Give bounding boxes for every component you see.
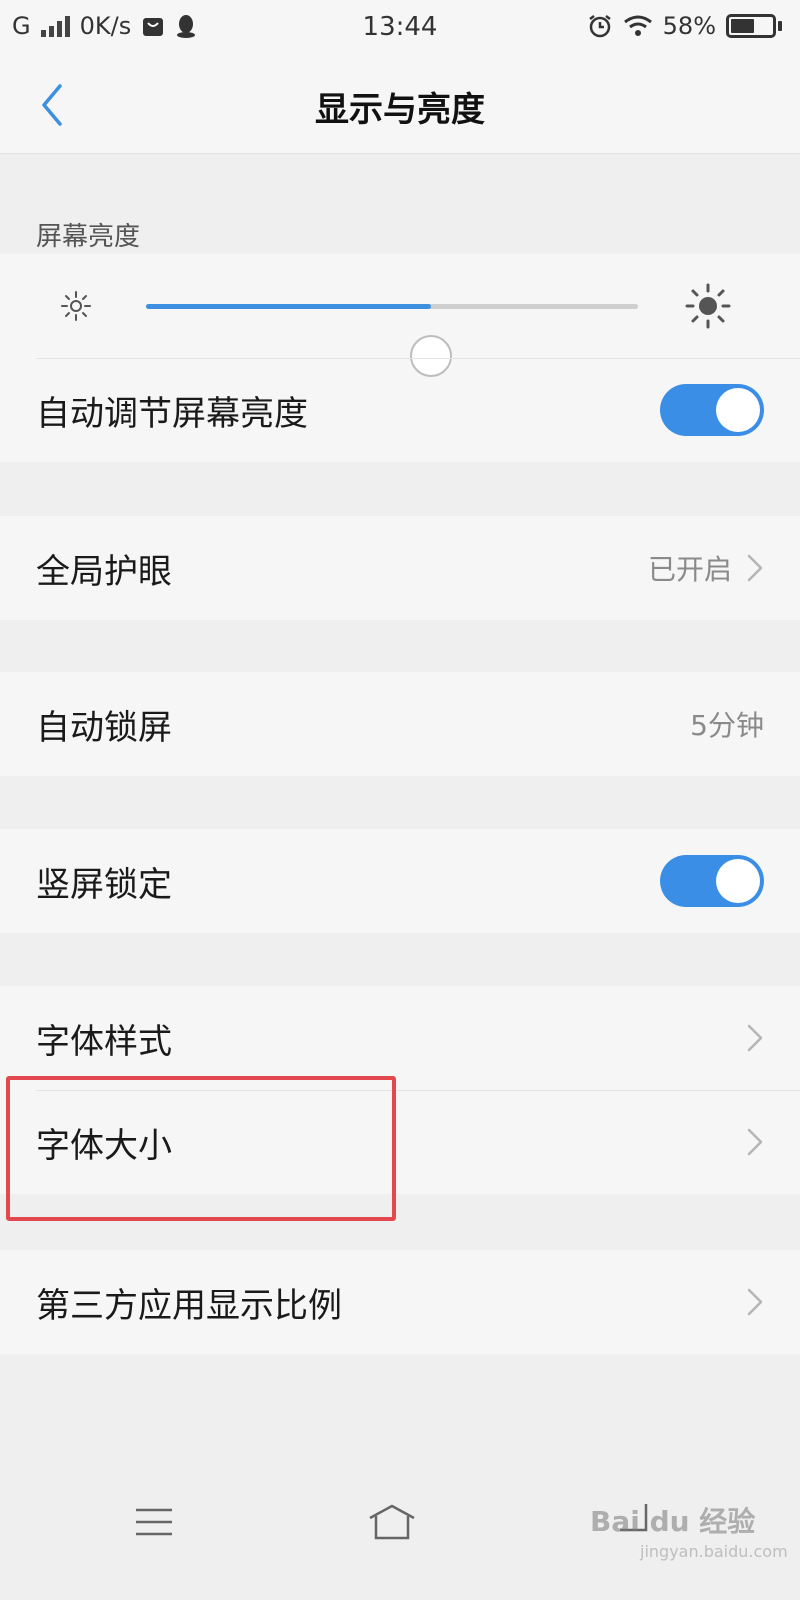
app-ratio-row[interactable]: 第三方应用显示比例 (0, 1250, 800, 1354)
portrait-lock-row[interactable]: 竖屏锁定 (0, 829, 800, 933)
eye-protection-group: 全局护眼 已开启 (0, 516, 800, 620)
brightness-low-icon (61, 291, 91, 321)
brightness-group: 自动调节屏幕亮度 (0, 254, 800, 462)
auto-brightness-row[interactable]: 自动调节屏幕亮度 (0, 358, 800, 462)
watermark-url: jingyan.baidu.com (640, 1542, 788, 1561)
font-style-row[interactable]: 字体样式 (0, 986, 800, 1090)
eye-protection-label: 全局护眼 (36, 551, 172, 592)
portrait-lock-toggle[interactable] (660, 855, 764, 907)
app-ratio-group: 第三方应用显示比例 (0, 1250, 800, 1354)
chevron-right-icon (747, 554, 763, 582)
brightness-high-icon (685, 283, 731, 329)
portrait-lock-label: 竖屏锁定 (36, 864, 172, 905)
auto-brightness-toggle[interactable] (660, 384, 764, 436)
chevron-right-icon (747, 1288, 763, 1316)
font-style-label: 字体样式 (36, 1021, 172, 1062)
app-ratio-label: 第三方应用显示比例 (36, 1285, 342, 1326)
divider (36, 358, 800, 359)
eye-protection-value: 已开启 (647, 553, 732, 586)
bottom-nav: Bai du 经验 jingyan.baidu.com (0, 1470, 800, 1600)
nav-bar: 显示与亮度 (0, 56, 800, 154)
alarm-icon (588, 15, 611, 38)
section-label-brightness: 屏幕亮度 (36, 222, 141, 252)
home-icon[interactable] (366, 1502, 418, 1542)
brightness-slider[interactable] (146, 304, 638, 377)
settings-screen: G 0K/s 13:44 58% 显示与亮度 屏幕亮度 自动调节屏幕亮度 全局护… (0, 0, 800, 1600)
brightness-slider-row (0, 254, 800, 377)
portrait-lock-group: 竖屏锁定 (0, 829, 800, 933)
battery-icon (726, 14, 782, 38)
watermark: Bai du 经验 (590, 1505, 756, 1538)
auto-lock-row[interactable]: 自动锁屏 5分钟 (0, 672, 800, 776)
wifi-icon (623, 15, 652, 36)
eye-protection-row[interactable]: 全局护眼 已开启 (0, 516, 800, 620)
chevron-right-icon (747, 1024, 763, 1052)
highlight-box (6, 1076, 396, 1221)
page-title: 显示与亮度 (315, 90, 485, 130)
toggle-knob (716, 859, 760, 903)
status-right: 58% (587, 12, 782, 40)
chevron-right-icon (747, 1128, 763, 1156)
battery-percent: 58% (662, 12, 716, 40)
auto-brightness-label: 自动调节屏幕亮度 (36, 393, 308, 434)
status-bar: G 0K/s 13:44 58% (0, 0, 800, 56)
auto-lock-group: 自动锁屏 5分钟 (0, 672, 800, 776)
toggle-knob (716, 388, 760, 432)
brightness-slider-fill (146, 304, 432, 309)
auto-lock-value: 5分钟 (690, 709, 764, 742)
menu-icon[interactable] (134, 1506, 174, 1538)
auto-lock-label: 自动锁屏 (36, 707, 172, 748)
